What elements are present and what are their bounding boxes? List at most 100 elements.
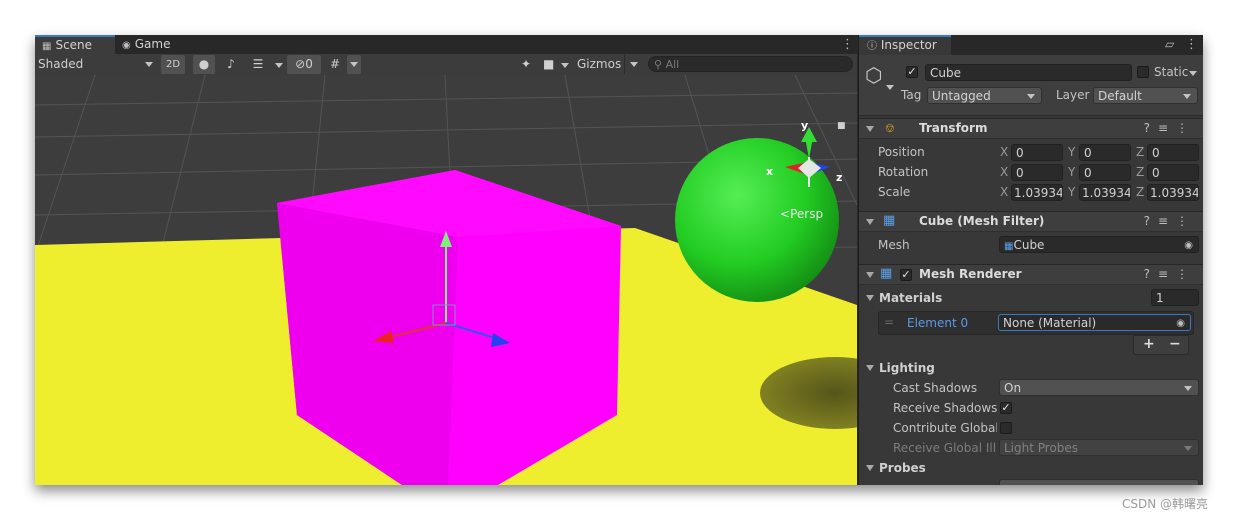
- probes-foldout-icon[interactable]: [866, 465, 874, 471]
- scale-y-label[interactable]: Y: [1068, 185, 1075, 199]
- axis-label-y: y: [801, 119, 809, 132]
- static-dropdown[interactable]: Static: [1154, 65, 1188, 79]
- add-element-button[interactable]: +: [1143, 336, 1155, 352]
- chevron-down-icon: [1027, 94, 1035, 99]
- grid-dropdown[interactable]: [347, 55, 361, 74]
- scale-x-field[interactable]: 1.03934: [1011, 184, 1063, 201]
- scene-menu-icon[interactable]: ⋮: [841, 35, 854, 54]
- transform-body: Position X 0 Y 0 Z 0 Rotation X 0 Y 0 Z …: [859, 143, 1203, 203]
- lighting-foldout-icon[interactable]: [866, 365, 874, 371]
- tools-icon[interactable]: ✦: [516, 55, 536, 74]
- component-header-icons[interactable]: ?≡⋮: [1144, 267, 1196, 281]
- icon-dropdown[interactable]: [886, 85, 894, 90]
- scene-icon: ▦: [42, 41, 52, 52]
- lock-icon[interactable]: ▱: [1165, 37, 1174, 51]
- materials-label[interactable]: Materials: [879, 291, 942, 305]
- chevron-down-icon: [350, 62, 358, 67]
- lighting-label[interactable]: Lighting: [879, 361, 935, 375]
- layer-dropdown[interactable]: Default: [1093, 87, 1198, 104]
- tab-game[interactable]: ◉ Game: [115, 35, 185, 54]
- static-checkbox[interactable]: [1137, 66, 1149, 78]
- component-header-icons[interactable]: ?≡⋮: [1144, 214, 1196, 228]
- lock-icon[interactable]: ■: [837, 121, 846, 131]
- effects-toggle-icon[interactable]: ☰: [247, 55, 269, 74]
- foldout-icon[interactable]: [866, 272, 874, 278]
- foldout-icon[interactable]: [866, 219, 874, 225]
- tag-dropdown[interactable]: Untagged: [927, 87, 1042, 104]
- axis-label-z: z: [836, 171, 843, 184]
- camera-dropdown-icon[interactable]: [561, 63, 569, 68]
- help-icon: ?: [1143, 267, 1158, 281]
- position-z-field[interactable]: 0: [1147, 144, 1199, 161]
- cube-icon: ⬡: [865, 63, 883, 87]
- remove-element-button[interactable]: −: [1169, 336, 1181, 352]
- object-picker-icon[interactable]: ◉: [1184, 237, 1193, 252]
- materials-foldout-icon[interactable]: [866, 295, 874, 301]
- contribute-gi-checkbox[interactable]: [1000, 422, 1012, 434]
- toggle-2d-button[interactable]: 2D: [161, 55, 185, 74]
- cast-shadows-label: Cast Shadows: [893, 381, 978, 395]
- chevron-down-icon: [1183, 94, 1191, 99]
- mesh-object-field[interactable]: ▦Cube ◉: [999, 236, 1199, 253]
- rotation-z-label[interactable]: Z: [1136, 165, 1144, 179]
- rotation-y-label[interactable]: Y: [1068, 165, 1075, 179]
- scale-x-label[interactable]: X: [1000, 185, 1008, 199]
- grid-icon[interactable]: #: [325, 55, 345, 74]
- tab-scene[interactable]: ▦ Scene: [35, 35, 115, 54]
- object-name-field[interactable]: Cube: [925, 64, 1132, 81]
- rotation-label: Rotation: [878, 165, 929, 179]
- rotation-x-field[interactable]: 0: [1011, 164, 1063, 181]
- position-x-field[interactable]: 0: [1011, 144, 1063, 161]
- mesh-renderer-header[interactable]: ▦ ✓ Mesh Renderer ?≡⋮: [859, 264, 1203, 285]
- transform-header[interactable]: ⎊ Transform ?≡⋮: [859, 118, 1203, 139]
- help-icon: ?: [1143, 121, 1158, 135]
- scale-z-label[interactable]: Z: [1136, 185, 1144, 199]
- active-checkbox[interactable]: ✓: [906, 66, 918, 78]
- list-controls: + −: [1133, 335, 1189, 355]
- watermark: CSDN @韩曙亮: [1122, 497, 1209, 511]
- component-header-icons[interactable]: ?≡⋮: [1144, 121, 1196, 135]
- rotation-z-field[interactable]: 0: [1147, 164, 1199, 181]
- mesh-renderer-enabled-checkbox[interactable]: ✓: [900, 269, 912, 281]
- object-picker-icon[interactable]: ◉: [1176, 315, 1185, 330]
- position-z-label[interactable]: Z: [1136, 145, 1144, 159]
- materials-count-field[interactable]: 1: [1151, 289, 1199, 306]
- gizmos-dropdown[interactable]: Gizmos: [577, 55, 641, 74]
- position-y-field[interactable]: 0: [1079, 144, 1131, 161]
- audio-toggle-icon[interactable]: ♪: [220, 55, 242, 74]
- position-y-label[interactable]: Y: [1068, 145, 1075, 159]
- rotation-x-label[interactable]: X: [1000, 165, 1008, 179]
- receive-gi-dropdown: Light Probes: [999, 439, 1199, 456]
- scale-y-field[interactable]: 1.03934: [1079, 184, 1131, 201]
- mesh-filter-header[interactable]: ▦ Cube (Mesh Filter) ?≡⋮: [859, 211, 1203, 232]
- hidden-objects-toggle[interactable]: ⊘0: [287, 55, 321, 74]
- projection-toggle[interactable]: <Persp: [780, 207, 823, 221]
- receive-shadows-checkbox[interactable]: ✓: [1000, 402, 1012, 414]
- foldout-icon[interactable]: [866, 126, 874, 132]
- light-probes-dropdown-partial[interactable]: [999, 479, 1199, 485]
- tab-inspector[interactable]: ⓘ Inspector: [859, 35, 951, 55]
- drag-handle-icon[interactable]: =: [884, 315, 894, 329]
- effects-dropdown-icon[interactable]: [275, 63, 283, 68]
- preset-icon: ≡: [1157, 214, 1176, 228]
- inspector-menu-icon[interactable]: ⋮: [1185, 35, 1198, 54]
- scale-label: Scale: [878, 185, 911, 199]
- receive-shadows-label: Receive Shadows: [893, 401, 998, 415]
- mesh-label: Mesh: [878, 238, 910, 252]
- chevron-down-icon: [145, 62, 153, 67]
- scale-z-field[interactable]: 1.03934: [1147, 184, 1199, 201]
- scene-toolbar: Shaded 2D ● ♪ ☰ ⊘0 # ✦ ■ Gizmos ⚲ All: [35, 54, 857, 76]
- probes-label[interactable]: Probes: [879, 461, 926, 475]
- scene-search-input[interactable]: ⚲ All: [648, 56, 853, 72]
- object-header: ⬡ ✓ Cube Static Tag Untagged Layer Defau…: [859, 55, 1203, 116]
- chevron-down-icon: [630, 62, 638, 67]
- layer-label: Layer: [1056, 88, 1090, 102]
- position-x-label[interactable]: X: [1000, 145, 1008, 159]
- cast-shadows-dropdown[interactable]: On: [999, 379, 1199, 396]
- rotation-y-field[interactable]: 0: [1079, 164, 1131, 181]
- element-0-material-field[interactable]: None (Material) ◉: [998, 314, 1191, 331]
- chevron-down-icon: [1184, 446, 1192, 451]
- lighting-toggle-icon[interactable]: ●: [193, 55, 215, 74]
- draw-mode-dropdown[interactable]: Shaded: [38, 55, 156, 74]
- scene-viewport[interactable]: y x z ■ <Persp: [35, 75, 857, 485]
